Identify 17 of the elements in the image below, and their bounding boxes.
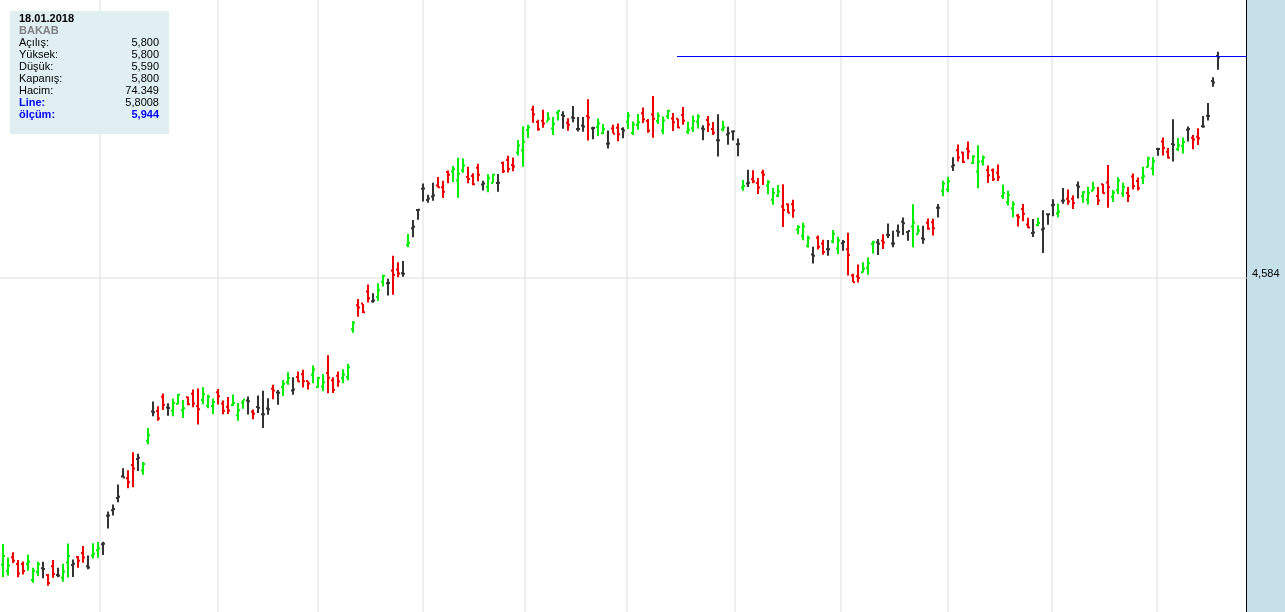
symbol-label: BAKAB: [19, 24, 60, 36]
field-label: ölçüm:: [19, 108, 56, 120]
field-label: Açılış:: [19, 36, 49, 48]
field-value: 74.349: [125, 84, 159, 96]
field-value: 5,800: [131, 72, 159, 84]
field-label: Line:: [19, 96, 46, 108]
field-label: Kapanış:: [19, 72, 63, 84]
axis-label: 4,584: [1251, 267, 1280, 279]
field-value: 5,590: [131, 60, 159, 72]
field-value: 5,800: [131, 36, 159, 48]
field-value: 5,800: [131, 48, 159, 60]
field-label: Yüksek:: [19, 48, 59, 60]
field-label: Düşük:: [19, 60, 54, 72]
field-value: 5,944: [131, 108, 159, 120]
field-label: Hacim:: [19, 84, 54, 96]
field-value: 5,8008: [125, 96, 159, 108]
date-label: 18.01.2018: [19, 12, 76, 24]
